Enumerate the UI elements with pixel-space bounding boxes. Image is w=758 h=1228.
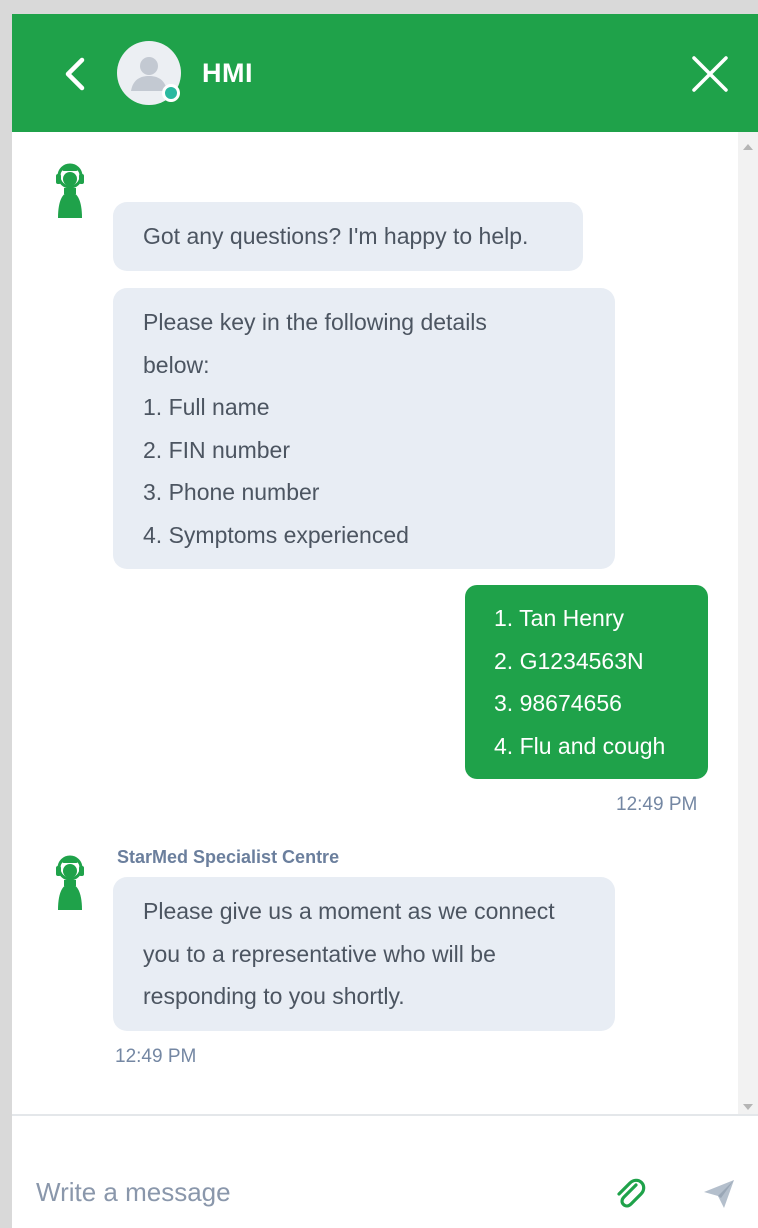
chat-window: HMI Got any questions? I'm happy to help… — [12, 14, 758, 1228]
message-text: you to a representative who will be — [143, 940, 496, 967]
send-button[interactable] — [702, 1178, 736, 1210]
message-text: 3. 98674656 — [494, 690, 622, 716]
message-timestamp: 12:49 PM — [616, 794, 698, 815]
message-composer — [12, 1114, 758, 1228]
message-text: Please give us a moment as we connect — [143, 898, 555, 924]
message-text: 2. FIN number — [143, 436, 290, 463]
bot-agent-icon — [56, 855, 84, 910]
scroll-up-arrow-icon[interactable] — [743, 144, 753, 150]
message-text: responding to you shortly. — [143, 983, 405, 1009]
message-text: Please key in the following details — [143, 309, 487, 335]
send-icon — [704, 1180, 734, 1208]
close-icon — [692, 56, 728, 92]
message-text: 3. Phone number — [143, 479, 320, 505]
message-text: 1. Tan Henry — [494, 605, 624, 631]
attach-button[interactable] — [612, 1176, 648, 1212]
bot-agent-icon — [56, 163, 84, 218]
message-timestamp: 12:49 PM — [115, 1046, 197, 1067]
message-text: 1. Full name — [143, 394, 270, 420]
message-text: 4. Flu and cough — [494, 732, 666, 759]
message-text: Got any questions? I'm happy to help. — [143, 223, 529, 249]
message-input[interactable] — [36, 1172, 596, 1212]
chevron-left-icon — [65, 57, 85, 91]
chat-header: HMI — [12, 14, 758, 132]
message-text: 2. G1234563N — [494, 647, 644, 674]
online-status-dot — [162, 84, 180, 102]
sender-name: StarMed Specialist Centre — [117, 847, 340, 867]
close-button[interactable] — [690, 54, 730, 94]
paperclip-icon — [617, 1178, 646, 1208]
message-list[interactable]: Got any questions? I'm happy to help. Pl… — [12, 132, 758, 1114]
user-message-bubble: 1. Tan Henry 2. G1234563N 3. 98674656 4.… — [465, 585, 708, 779]
bot-message-bubble: Please give us a moment as we connect yo… — [113, 877, 615, 1031]
message-text: below: — [143, 351, 210, 378]
bot-message-bubble: Please key in the following details belo… — [113, 288, 615, 569]
back-button[interactable] — [56, 52, 96, 96]
scroll-down-arrow-icon[interactable] — [743, 1104, 753, 1110]
scrollbar[interactable] — [738, 132, 758, 1114]
bot-message-bubble: Got any questions? I'm happy to help. — [113, 202, 583, 271]
bot-avatar — [50, 854, 90, 912]
bot-avatar — [50, 162, 90, 220]
message-text: 4. Symptoms experienced — [143, 521, 409, 548]
chat-title: HMI — [202, 58, 253, 88]
